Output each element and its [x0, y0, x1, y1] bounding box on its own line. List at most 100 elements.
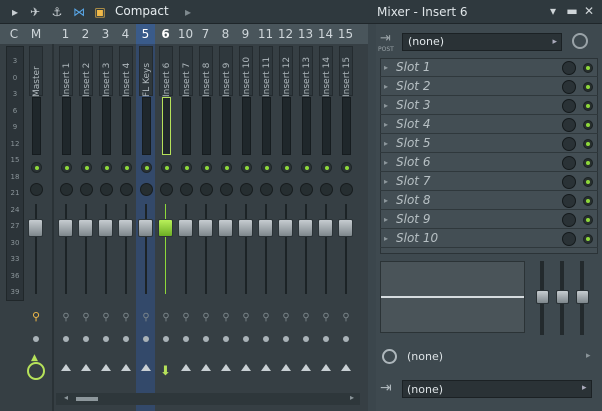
slot-menu-arrow-icon[interactable]: ▸ [384, 139, 388, 148]
slot-menu-arrow-icon[interactable]: ▸ [384, 215, 388, 224]
mixer-strip[interactable]: Insert 4 ⚲ [116, 44, 135, 411]
clock-icon[interactable] [572, 33, 588, 49]
mixer-strip[interactable]: FL Keys ⚲ [136, 44, 155, 411]
effect-slot[interactable]: ▸ Slot 8 [380, 192, 598, 210]
route-dot[interactable] [63, 336, 69, 342]
slot-menu-arrow-icon[interactable]: ▸ [384, 82, 388, 91]
route-dot[interactable] [203, 336, 209, 342]
pan-knob[interactable] [100, 183, 113, 196]
volume-fader[interactable] [138, 219, 153, 237]
slot-menu-arrow-icon[interactable]: ▸ [384, 234, 388, 243]
slot-enable-switch[interactable] [583, 177, 593, 187]
mute-switch[interactable] [121, 162, 132, 173]
route-dot[interactable] [163, 336, 169, 342]
stereo-separation-icon[interactable]: ⚲ [122, 312, 130, 324]
strip-name-box[interactable]: Insert 15 [339, 46, 353, 97]
route-arrow-icon[interactable] [181, 364, 191, 371]
send-time-value[interactable]: (none) [407, 350, 443, 363]
header-cell[interactable]: 9 [236, 24, 255, 44]
header-cell[interactable]: 14 [316, 24, 335, 44]
mute-switch[interactable] [321, 162, 332, 173]
strip-name-box[interactable]: Insert 9 [219, 46, 233, 97]
layout-icon[interactable]: ▣ [93, 5, 107, 19]
mute-switch[interactable] [181, 162, 192, 173]
eq-band-2-handle[interactable] [556, 290, 569, 304]
pan-knob[interactable] [280, 183, 293, 196]
stereo-separation-icon[interactable]: ⚲ [262, 312, 270, 324]
pan-knob[interactable] [140, 183, 153, 196]
pan-knob[interactable] [200, 183, 213, 196]
mute-switch[interactable] [31, 162, 42, 173]
slot-menu-arrow-icon[interactable]: ▸ [384, 177, 388, 186]
effect-slot[interactable]: ▸ Slot 1 [380, 59, 598, 77]
mixer-strip[interactable]: Insert 3 ⚲ [96, 44, 115, 411]
pan-knob[interactable] [220, 183, 233, 196]
header-cell-selected[interactable]: 5 [136, 24, 155, 44]
pan-knob[interactable] [240, 183, 253, 196]
slot-enable-switch[interactable] [583, 215, 593, 225]
strip-name-box[interactable]: Insert 11 [259, 46, 273, 97]
strip-name-box[interactable]: FL Keys [139, 46, 153, 97]
minimize-icon[interactable]: ▬ [565, 4, 579, 18]
route-arrow-icon[interactable] [301, 364, 311, 371]
strip-name-box[interactable]: Insert 8 [199, 46, 213, 97]
route-dot[interactable] [223, 336, 229, 342]
slot-enable-switch[interactable] [583, 82, 593, 92]
route-arrow-icon[interactable] [201, 364, 211, 371]
mute-switch[interactable] [241, 162, 252, 173]
input-select[interactable]: (none) ▸ [402, 33, 562, 51]
bowtie-icon[interactable]: ⋈ [72, 5, 86, 19]
close-icon[interactable]: ✕ [582, 4, 596, 18]
horizontal-scrollbar[interactable]: ◂ ▸ [56, 393, 360, 405]
slot-mix-knob[interactable] [562, 232, 576, 246]
strip-name-box[interactable]: Insert 14 [319, 46, 333, 97]
mute-switch[interactable] [281, 162, 292, 173]
mixer-strip[interactable]: Insert 6 ⚲ [156, 44, 175, 411]
scroll-right-icon[interactable]: ▸ [350, 393, 354, 402]
volume-fader[interactable] [258, 219, 273, 237]
header-cell[interactable]: M [26, 24, 46, 44]
strip-name-box[interactable]: Insert 13 [299, 46, 313, 97]
stereo-separation-icon[interactable]: ⚲ [142, 312, 150, 324]
route-dot[interactable] [263, 336, 269, 342]
effect-slot[interactable]: ▸ Slot 5 [380, 135, 598, 153]
strip-name-box[interactable]: Insert 12 [279, 46, 293, 97]
scroll-thumb[interactable] [76, 397, 98, 401]
route-arrow-icon[interactable] [281, 364, 291, 371]
volume-fader[interactable] [198, 219, 213, 237]
header-cell[interactable]: 3 [96, 24, 115, 44]
header-cell[interactable]: 11 [256, 24, 275, 44]
pan-knob[interactable] [340, 183, 353, 196]
view-menu-arrow-icon[interactable]: ▸ [181, 5, 195, 19]
clock-icon[interactable] [382, 349, 397, 364]
slot-mix-knob[interactable] [562, 99, 576, 113]
route-dot[interactable] [83, 336, 89, 342]
stereo-separation-icon[interactable]: ⚲ [182, 312, 190, 324]
slot-enable-switch[interactable] [583, 196, 593, 206]
stereo-separation-icon[interactable]: ⚲ [162, 312, 170, 324]
mute-switch[interactable] [61, 162, 72, 173]
route-dot[interactable] [143, 336, 149, 342]
route-dot[interactable] [283, 336, 289, 342]
stereo-separation-icon[interactable]: ⚲ [242, 312, 250, 324]
slot-mix-knob[interactable] [562, 137, 576, 151]
menu-arrow-icon[interactable]: ▸ [8, 5, 22, 19]
route-arrow-icon[interactable] [141, 364, 151, 371]
strip-name-box[interactable]: Insert 1 [59, 46, 73, 97]
slot-enable-switch[interactable] [583, 139, 593, 149]
slot-mix-knob[interactable] [562, 213, 576, 227]
volume-fader[interactable] [338, 219, 353, 237]
mixer-strip[interactable]: Insert 9 ⚲ [216, 44, 235, 411]
insert6-route-arrow-icon[interactable]: ⬇ [160, 364, 171, 379]
mixer-strip[interactable]: Insert 12 ⚲ [276, 44, 295, 411]
stereo-separation-icon[interactable]: ⚲ [82, 312, 90, 324]
route-arrow-icon[interactable] [121, 364, 131, 371]
route-arrow-icon[interactable] [61, 364, 71, 371]
mixer-strip[interactable]: Insert 7 ⚲ [176, 44, 195, 411]
header-cell[interactable]: 8 [216, 24, 235, 44]
mixer-strip[interactable]: Insert 2 ⚲ [76, 44, 95, 411]
header-cell[interactable]: 15 [336, 24, 355, 44]
slot-mix-knob[interactable] [562, 156, 576, 170]
header-cell[interactable]: 2 [76, 24, 95, 44]
volume-fader[interactable] [178, 219, 193, 237]
